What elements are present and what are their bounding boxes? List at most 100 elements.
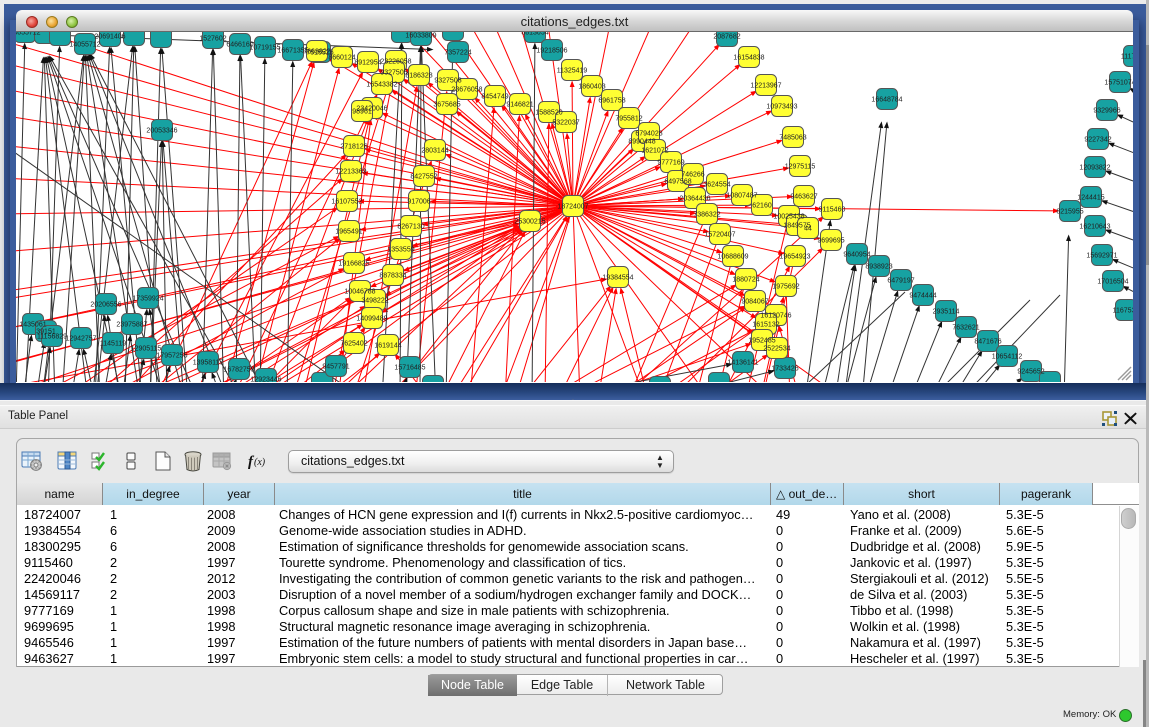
svg-text:7663822: 7663822 [303,49,330,56]
svg-text:9084067: 9084067 [741,299,768,306]
svg-text:16210643: 16210643 [1079,224,1110,231]
svg-text:1435061: 1435061 [19,322,46,329]
svg-text:98961: 98961 [352,109,372,116]
svg-text:8938923: 8938923 [865,264,892,271]
svg-text:12093822: 12093822 [1079,165,1110,172]
svg-text:917006: 917006 [407,199,430,206]
svg-text:15716485: 15716485 [394,365,425,372]
svg-text:23226058: 23226058 [380,59,411,66]
svg-text:2803144: 2803144 [421,148,448,155]
svg-text:8215955: 8215955 [1056,209,1083,216]
svg-text:14055712: 14055712 [69,42,100,49]
svg-text:18724007: 18724007 [557,204,588,211]
svg-text:6794028: 6794028 [635,131,662,138]
svg-text:(x): (x) [254,457,266,468]
svg-text:12905115: 12905115 [131,346,162,353]
svg-text:1145119: 1145119 [100,341,126,348]
svg-text:12213369: 12213369 [335,169,366,176]
svg-text:16648784: 16648784 [871,97,902,104]
svg-text:10719155: 10719155 [249,45,280,52]
svg-text:15751074: 15751074 [1104,80,1133,87]
svg-text:12213967: 12213967 [750,83,781,90]
svg-text:8471676: 8471676 [974,339,1001,346]
svg-text:19654923: 19654923 [779,254,810,261]
svg-text:6961758: 6961758 [598,98,625,105]
svg-text:11325419: 11325419 [557,68,588,75]
svg-text:1860403: 1860403 [578,84,605,91]
svg-text:1880724: 1880724 [732,277,759,284]
svg-text:7625402: 7625402 [340,341,367,348]
svg-text:19166825: 19166825 [338,261,369,268]
svg-text:17016504: 17016504 [1097,279,1128,286]
svg-text:8878334: 8878334 [379,273,406,280]
svg-text:9640954: 9640954 [843,252,870,259]
svg-text:9699695: 9699695 [817,238,844,245]
svg-text:9115460: 9115460 [819,207,846,214]
svg-text:25300215: 25300215 [514,219,545,226]
svg-text:20364436: 20364436 [679,196,710,203]
svg-text:62160: 62160 [752,203,772,210]
svg-text:7386322: 7386322 [693,212,720,219]
svg-text:14055712: 14055712 [16,32,41,37]
svg-text:1117308: 1117308 [1121,54,1133,61]
svg-text:1588520: 1588520 [535,110,562,117]
svg-text:9329966: 9329966 [1093,108,1120,115]
svg-text:1952485: 1952485 [748,338,775,345]
svg-text:6497568: 6497568 [664,179,691,186]
svg-text:20053346: 20053346 [146,128,177,135]
svg-text:14099489: 14099489 [356,316,387,323]
svg-text:19384554: 19384554 [602,275,633,282]
svg-text:9227342: 9227342 [1084,137,1111,144]
svg-text:17957255: 17957255 [156,353,187,360]
svg-text:17359924: 17359924 [132,296,163,303]
svg-text:7955812: 7955812 [615,116,642,123]
svg-text:16033809: 16033809 [405,33,436,40]
svg-text:2522534: 2522534 [763,346,790,353]
svg-text:8660124: 8660124 [328,55,355,62]
svg-text:9777169: 9777169 [657,160,684,167]
svg-text:9245652: 9245652 [1017,369,1044,376]
svg-text:9327508: 9327508 [434,78,461,85]
svg-text:1244415: 1244415 [1077,195,1104,202]
svg-text:5322037: 5322037 [552,120,579,127]
svg-text:7357224: 7357224 [444,50,471,57]
svg-text:6479197: 6479197 [887,278,914,285]
svg-text:9146821: 9146821 [506,102,533,109]
svg-text:3624554: 3624554 [703,182,730,189]
svg-text:2087682: 2087682 [713,34,740,41]
svg-text:10046788: 10046788 [344,289,375,296]
svg-text:23975887: 23975887 [116,322,147,329]
svg-text:23676058: 23676058 [451,87,482,94]
svg-text:12975115: 12975115 [785,164,816,171]
svg-text:13958117: 13958117 [193,360,224,367]
svg-text:15692971: 15692971 [1086,253,1117,260]
svg-text:1975692: 1975692 [772,284,799,291]
svg-text:1621072: 1621072 [641,148,668,155]
svg-text:10807487: 10807487 [726,193,757,200]
svg-text:10688609: 10688609 [717,254,748,261]
svg-text:16120746: 16120746 [760,313,791,320]
svg-text:2935114: 2935114 [933,309,960,316]
svg-text:9474444: 9474444 [909,293,936,300]
svg-text:20691406: 20691406 [94,34,125,41]
svg-text:1353559: 1353559 [387,247,414,254]
svg-text:20206556: 20206556 [90,302,121,309]
svg-text:3498222: 3498222 [361,298,388,305]
svg-text:16543382: 16543382 [366,82,397,89]
svg-text:9457791: 9457791 [322,364,349,371]
svg-text:14136141: 14136141 [727,360,758,367]
svg-text:11156829: 11156829 [37,334,67,341]
svg-text:2718126: 2718126 [340,144,367,151]
svg-text:1615132: 1615132 [752,322,779,329]
svg-text:9463627: 9463627 [790,194,817,201]
svg-text:12923446: 12923446 [250,377,281,383]
svg-text:16782759: 16782759 [223,367,254,374]
svg-text:8813054: 8813054 [521,32,548,37]
svg-text:746266: 746266 [681,172,704,179]
svg-text:8186328: 8186328 [405,73,432,80]
svg-text:1527602: 1527602 [199,36,226,43]
svg-text:7632621: 7632621 [952,325,979,332]
svg-text:10973493: 10973493 [766,104,797,111]
svg-text:16154838: 16154838 [733,55,764,62]
svg-text:1965491: 1965491 [335,229,362,236]
